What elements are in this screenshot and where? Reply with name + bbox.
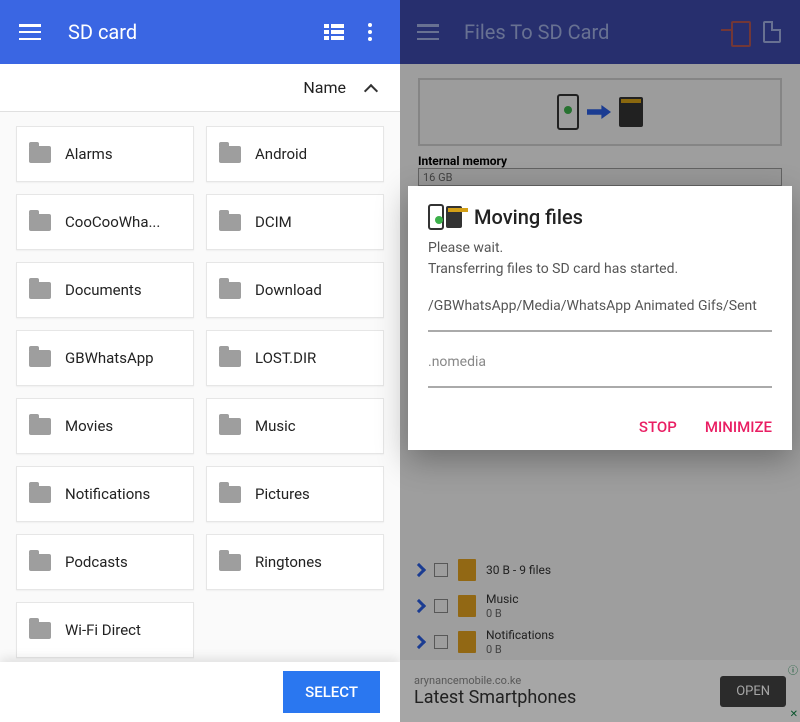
folder-name: Podcasts [65, 553, 128, 571]
folder-icon [219, 146, 241, 163]
folder-card[interactable]: Movies [16, 398, 194, 454]
folder-icon [29, 554, 51, 571]
folder-icon [29, 486, 51, 503]
folder-card[interactable]: CooCooWha... [16, 194, 194, 250]
folder-card[interactable]: Download [206, 262, 384, 318]
bottom-bar: SELECT [0, 662, 400, 722]
folder-card[interactable]: DCIM [206, 194, 384, 250]
view-list-icon[interactable] [316, 14, 352, 50]
folder-name: Pictures [255, 485, 310, 503]
folder-name: Wi-Fi Direct [65, 621, 141, 639]
progress-bar-file [428, 386, 772, 388]
folder-name: Notifications [65, 485, 150, 503]
progress-bar [428, 330, 772, 332]
sort-label: Name [303, 78, 346, 97]
minimize-button[interactable]: MINIMIZE [705, 418, 772, 436]
folder-icon [219, 214, 241, 231]
more-icon[interactable] [352, 14, 388, 50]
folder-name: Movies [65, 417, 113, 435]
folder-card[interactable]: Pictures [206, 466, 384, 522]
folder-icon [29, 622, 51, 639]
sort-header[interactable]: Name [0, 64, 400, 112]
chevron-up-icon [364, 83, 380, 93]
stop-button[interactable]: STOP [639, 418, 677, 436]
folder-card[interactable]: LOST.DIR [206, 330, 384, 386]
folder-icon [219, 554, 241, 571]
folder-icon [219, 486, 241, 503]
folder-card[interactable]: Wi-Fi Direct [16, 602, 194, 658]
folder-name: DCIM [255, 213, 292, 231]
folder-card[interactable]: Music [206, 398, 384, 454]
select-button[interactable]: SELECT [283, 671, 380, 713]
dialog-line2: Transferring files to SD card has starte… [428, 259, 772, 280]
folder-name: Android [255, 145, 307, 163]
folder-icon [219, 350, 241, 367]
folder-card[interactable]: Alarms [16, 126, 194, 182]
folder-icon [29, 146, 51, 163]
folder-name: Download [255, 281, 322, 299]
folder-name: Documents [65, 281, 142, 299]
folder-icon [29, 282, 51, 299]
file-picker-pane: SD card Name Alarms Android CooCooWha... DC… [0, 0, 400, 722]
folder-name: Alarms [65, 145, 113, 163]
folder-name: CooCooWha... [65, 213, 160, 231]
moving-files-dialog: Moving files Please wait. Transferring f… [408, 186, 792, 450]
appbar: SD card [0, 0, 400, 64]
dialog-line1: Please wait. [428, 238, 772, 259]
dialog-path: /GBWhatsApp/Media/WhatsApp Animated Gifs… [428, 298, 772, 314]
dialog-title: Moving files [474, 205, 583, 229]
folder-grid: Alarms Android CooCooWha... DCIM Documents Do… [0, 112, 400, 672]
folder-name: LOST.DIR [255, 349, 316, 367]
folder-card[interactable]: Android [206, 126, 384, 182]
folder-icon [29, 418, 51, 435]
folder-card[interactable]: GBWhatsApp [16, 330, 194, 386]
folder-icon [29, 350, 51, 367]
folder-icon [219, 282, 241, 299]
folder-name: GBWhatsApp [65, 349, 154, 367]
folder-name: Music [255, 417, 296, 435]
appbar-title: SD card [68, 20, 316, 44]
folder-card[interactable]: Podcasts [16, 534, 194, 590]
hamburger-icon[interactable] [12, 14, 48, 50]
folder-card[interactable]: Ringtones [206, 534, 384, 590]
folder-name: Ringtones [255, 553, 322, 571]
folder-icon [29, 214, 51, 231]
folder-card[interactable]: Notifications [16, 466, 194, 522]
transfer-icon [428, 204, 462, 230]
folder-card[interactable]: Documents [16, 262, 194, 318]
dialog-current-file: .nomedia [428, 354, 772, 370]
folder-icon [219, 418, 241, 435]
files-to-sd-pane: Files To SD Card Internal memory 16 GB 3… [400, 0, 800, 722]
